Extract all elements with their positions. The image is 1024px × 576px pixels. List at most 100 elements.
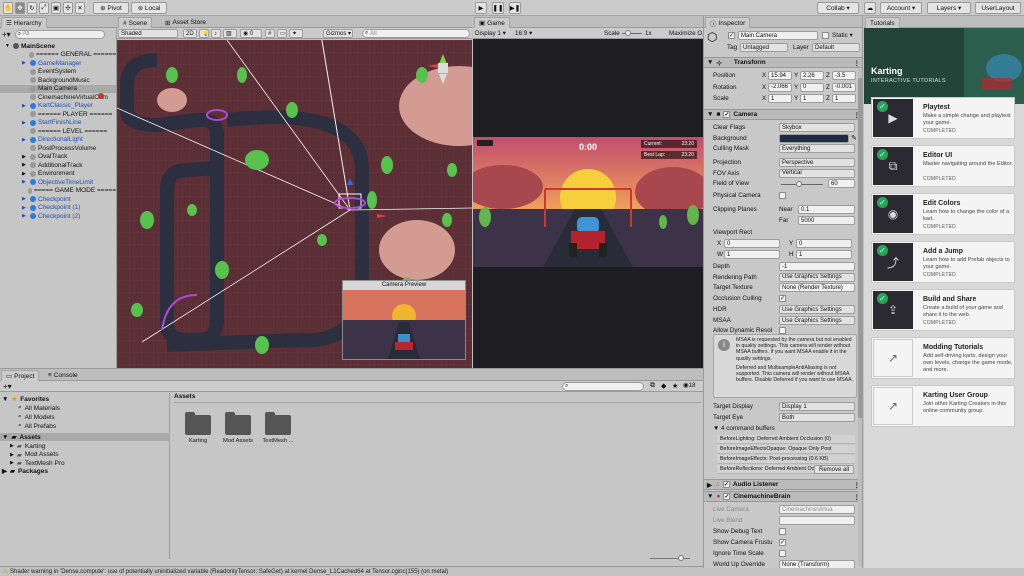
tutorial-card[interactable]: ↗ Modding Tutorials Add self-driving karts…	[871, 337, 1015, 379]
scale-slider-thumb[interactable]	[625, 30, 631, 36]
foldout-arrow-icon[interactable]: ▶	[22, 60, 30, 66]
favorites-item[interactable]: ▼ ★ Favorites	[2, 395, 49, 404]
cinemachine-checkbox[interactable]: ✓	[723, 493, 731, 500]
packages-item[interactable]: ▶ ▰ Packages	[2, 467, 48, 476]
foldout-arrow-icon[interactable]: ▶	[22, 196, 30, 202]
foldout-arrow-icon[interactable]: ▶	[10, 452, 14, 458]
layer-dropdown[interactable]: Default	[812, 43, 860, 52]
camera-field-input[interactable]: Use Graphics Settings	[779, 316, 855, 325]
tab-tutorials[interactable]: Tutorials	[865, 17, 900, 28]
camera-field-input[interactable]: Skybox	[779, 123, 855, 132]
camera-field-input[interactable]: Use Graphics Settings	[779, 305, 855, 314]
rotate-tool-icon[interactable]: ↻	[27, 2, 37, 14]
foldout-arrow-icon[interactable]: ▶	[22, 171, 30, 177]
background-color-swatch[interactable]	[779, 133, 849, 143]
tag-dropdown[interactable]: Untagged	[740, 43, 788, 52]
camera-field-checkbox[interactable]	[779, 192, 786, 199]
play-button[interactable]: ▶	[475, 2, 487, 14]
component-menu-icon[interactable]: ⋮	[854, 59, 861, 67]
ignore-time-checkbox[interactable]	[779, 550, 786, 557]
layers-dropdown[interactable]: Layers ▾	[927, 2, 971, 14]
target-eye-dropdown[interactable]: Both	[779, 413, 855, 422]
tutorial-card[interactable]: ⇪ ✓ Build and Share Create a build of your …	[871, 289, 1015, 331]
hierarchy-item[interactable]: PostProcessVolume	[0, 144, 116, 153]
transform-scale-x-field[interactable]: 1	[768, 94, 792, 103]
filter-type-icon[interactable]: ⧉	[650, 382, 655, 390]
hierarchy-item[interactable]: ▶ OvalTrack	[0, 153, 116, 162]
hidden-objects-toggle[interactable]: ◉ 0	[240, 29, 262, 38]
camera-field-input[interactable]: None (Render Texture)	[779, 283, 855, 292]
tools-toggle-icon[interactable]: ✦	[289, 29, 303, 38]
rect-tool-icon[interactable]: ▣	[51, 2, 61, 14]
camera-enabled-checkbox[interactable]: ✓	[723, 111, 731, 118]
hierarchy-item[interactable]: ▶ Environment	[0, 170, 116, 179]
game-viewport[interactable]: 0:00 Current: 23:20 Best Lap: 23:20	[473, 137, 703, 267]
hierarchy-item[interactable]: ▶ DirectionalLight	[0, 136, 116, 145]
tab-hierarchy[interactable]: ☰ Hierarchy	[1, 17, 47, 28]
project-grid-folder[interactable]: Karting	[180, 411, 216, 444]
cloud-icon[interactable]: ☁	[864, 2, 876, 14]
camera-field-input[interactable]: Everything	[779, 144, 855, 153]
hierarchy-search-input[interactable]: ⌕ All	[14, 29, 105, 39]
favorite-star-icon[interactable]: ★	[672, 382, 678, 390]
foldout-arrow-icon[interactable]: ▶	[22, 179, 30, 185]
2d-toggle[interactable]: 2D	[183, 29, 197, 38]
hierarchy-item[interactable]: ▶ StartFinishLine	[0, 119, 116, 128]
account-dropdown[interactable]: Account ▾	[880, 2, 922, 14]
lighting-toggle-icon[interactable]: 💡	[199, 29, 209, 38]
camera-field-checkbox[interactable]: ✓	[779, 295, 786, 302]
asset-folder-item[interactable]: ▶ ▰ TextMesh Pro	[10, 459, 65, 468]
transform-rotation-x-field[interactable]: -2.066	[768, 82, 792, 92]
create-plus-icon[interactable]: +▾	[3, 382, 12, 391]
transform-rotation-y-field[interactable]: 0	[800, 82, 824, 92]
hierarchy-item[interactable]: ====== GENERAL ======	[0, 51, 116, 60]
world-up-field[interactable]: None (Transform)	[779, 560, 855, 568]
viewport-y-input[interactable]: 0	[796, 239, 852, 248]
tab-inspector[interactable]: ⓘ Inspector	[705, 17, 751, 28]
tab-game[interactable]: ▣ Game	[474, 17, 510, 28]
target-display-dropdown[interactable]: Display 1	[779, 402, 855, 411]
fov-slider[interactable]	[781, 183, 823, 185]
foldout-arrow-icon[interactable]: ▶	[22, 154, 30, 160]
display-dropdown[interactable]: Display 1 ▾	[475, 30, 506, 37]
icon-size-slider-thumb[interactable]	[678, 555, 684, 561]
hidden-packages-toggle[interactable]: ◉18	[683, 382, 696, 389]
hierarchy-item[interactable]: BackgroundMusic	[0, 76, 116, 85]
tutorial-card[interactable]: ▶ ✓ Playtest Make a simple change and playt…	[871, 97, 1015, 139]
transform-scale-y-field[interactable]: 1	[800, 94, 824, 103]
icon-size-slider[interactable]	[650, 558, 690, 559]
audio-toggle-icon[interactable]: ♪	[211, 29, 221, 38]
far-input[interactable]: 5000	[798, 216, 855, 225]
foldout-arrow-icon[interactable]: ▶	[22, 162, 30, 168]
show-debug-checkbox[interactable]	[779, 528, 786, 535]
transform-header[interactable]: ▼ ⊹ Transform ⋮	[704, 57, 862, 68]
hierarchy-item[interactable]: ====== PLAYER ======	[0, 110, 116, 119]
viewport-h-input[interactable]: 1	[796, 250, 852, 259]
tutorial-card[interactable]: ⤴ ✓ Add a Jump Learn how to add Prefab obje…	[871, 241, 1015, 283]
viewport-x-input[interactable]: 0	[724, 239, 780, 248]
eyedropper-icon[interactable]: ✎	[851, 134, 857, 142]
scale-tool-icon[interactable]: ⤢	[39, 2, 49, 14]
transform-position-x-field[interactable]: 15.94	[768, 71, 792, 80]
hierarchy-item[interactable]: Main Camera	[0, 84, 116, 93]
foldout-arrow-icon[interactable]: ▶	[22, 205, 30, 211]
favorite-search-item[interactable]: ⌕ All Materials	[18, 404, 60, 412]
hierarchy-item[interactable]: EventSystem	[0, 68, 116, 77]
status-bar[interactable]: ⚠ Shader warning in 'Dense.compute': use…	[0, 566, 703, 576]
transform-position-y-field[interactable]: 2.26	[800, 71, 824, 80]
camera-field-input[interactable]: Use Graphics Settings	[779, 272, 855, 282]
project-grid-folder[interactable]: Mod Assets	[220, 411, 256, 444]
grid-toggle-icon[interactable]: #	[265, 29, 275, 38]
layout-dropdown[interactable]: UserLayout	[975, 2, 1021, 14]
transform-tool-icon[interactable]: ✣	[63, 2, 73, 14]
tutorial-card[interactable]: ◉ ✓ Edit Colors Learn how to change the col…	[871, 193, 1015, 235]
camera-field-input[interactable]: Perspective	[779, 158, 855, 167]
fov-slider-thumb[interactable]	[796, 180, 802, 187]
asset-folder-item[interactable]: ▶ ▰ Karting	[10, 442, 45, 451]
near-input[interactable]: 0.1	[798, 205, 855, 214]
scene-search-input[interactable]: ⌕ All	[362, 29, 470, 38]
favorite-search-item[interactable]: ⌕ All Prefabs	[18, 422, 56, 430]
hierarchy-item[interactable]: ▶ Checkpoint	[0, 195, 116, 204]
hierarchy-item[interactable]: ===== GAME MODE =====	[0, 187, 116, 196]
tab-project[interactable]: ▭ Project	[1, 370, 40, 381]
